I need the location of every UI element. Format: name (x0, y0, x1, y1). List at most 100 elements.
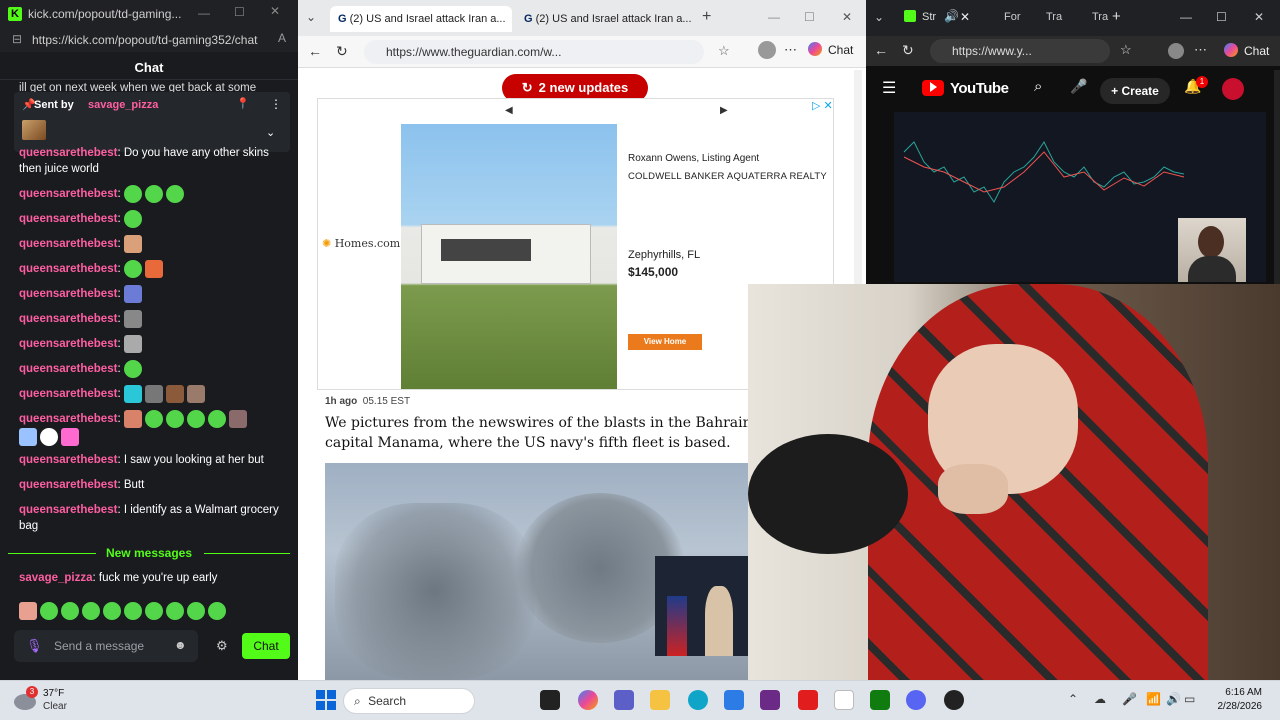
store-icon[interactable] (724, 690, 744, 710)
tab-label[interactable]: Str (922, 11, 936, 23)
address-bar[interactable]: https://www.theguardian.com/w... (364, 40, 704, 64)
chat-username[interactable]: savage_pizza (19, 572, 93, 584)
refresh-icon[interactable]: ↻ (336, 43, 348, 60)
tab-label[interactable]: For (1004, 11, 1021, 23)
more-options-icon[interactable]: ⋮ (270, 97, 282, 111)
tab-label[interactable]: Tra (1092, 11, 1108, 23)
close-icon[interactable]: ✕ (842, 10, 852, 24)
more-options-icon[interactable]: ⋯ (1194, 42, 1207, 58)
tab-list-chevron-icon[interactable]: ⌄ (874, 10, 884, 24)
address-bar[interactable]: https://www.y... (930, 39, 1110, 63)
speaker-icon[interactable]: 🔊 (944, 9, 959, 23)
emote-icon[interactable] (124, 602, 142, 620)
copilot-chat-label[interactable]: Chat (828, 43, 853, 57)
carousel-next-icon[interactable]: ▶ (720, 105, 728, 116)
house-photo[interactable] (401, 124, 617, 389)
volume-icon[interactable]: 🔊 (1166, 692, 1181, 706)
chat-username[interactable]: queensarethebest (19, 313, 117, 325)
settings-gear-icon[interactable]: ⚙ (216, 638, 228, 654)
close-icon[interactable]: ✕ (270, 4, 280, 18)
maximize-icon[interactable]: ☐ (1216, 10, 1227, 24)
account-avatar[interactable] (1222, 78, 1244, 100)
microphone-icon[interactable]: 🎙 (26, 638, 43, 654)
profile-avatar[interactable] (758, 41, 776, 59)
scrollbar[interactable] (1274, 70, 1280, 312)
read-aloud-icon[interactable]: A (278, 31, 286, 45)
kick-address-bar[interactable]: ⊟ https://kick.com/popout/td-gaming352/c… (0, 28, 298, 52)
chevron-down-icon[interactable]: ⌄ (266, 126, 275, 139)
chat-username[interactable]: queensarethebest (19, 504, 117, 516)
onedrive-icon[interactable]: ☁ (1094, 692, 1106, 706)
tab-guardian-active[interactable]: G (2) US and Israel attack Iran a... (330, 6, 512, 32)
new-tab-plus-icon[interactable]: + (1112, 8, 1121, 25)
pinned-user[interactable]: savage_pizza (88, 99, 158, 111)
chat-username[interactable]: queensarethebest (19, 147, 117, 159)
chat-input-placeholder[interactable]: Send a message (54, 639, 144, 653)
trading-chart-video[interactable] (894, 112, 1266, 282)
minimize-icon[interactable]: — (768, 10, 780, 24)
emote-icon[interactable] (187, 602, 205, 620)
chat-username[interactable]: queensarethebest (19, 479, 117, 491)
battery-icon[interactable]: ▭ (1184, 692, 1195, 706)
chat-username[interactable]: queensarethebest (19, 388, 117, 400)
chat-input[interactable]: 🎙 Send a message ☻ (14, 630, 198, 662)
back-arrow-icon[interactable]: ← (308, 43, 322, 59)
favorites-star-icon[interactable]: ☆ (1120, 42, 1132, 58)
file-explorer-icon[interactable] (650, 690, 670, 710)
chat-username[interactable]: queensarethebest (19, 363, 117, 375)
emote-icon[interactable] (208, 602, 226, 620)
view-home-button[interactable]: View Home (628, 334, 702, 350)
xbox-icon[interactable] (870, 690, 890, 710)
emote-icon[interactable] (82, 602, 100, 620)
chat-username[interactable]: queensarethebest (19, 454, 117, 466)
clock-date[interactable]: 2/28/2026 (1200, 701, 1263, 712)
emote-icon[interactable] (19, 602, 37, 620)
teams-icon[interactable] (614, 690, 634, 710)
send-chat-button[interactable]: Chat (242, 633, 290, 659)
blast-photo[interactable] (325, 463, 749, 680)
start-windows-icon[interactable] (316, 690, 336, 710)
maximize-icon[interactable]: ☐ (804, 10, 815, 24)
emoji-icon[interactable]: ☻ (174, 638, 187, 652)
chat-username[interactable]: queensarethebest (19, 213, 117, 225)
obs-icon[interactable] (944, 690, 964, 710)
minimize-icon[interactable]: — (198, 6, 210, 20)
back-arrow-icon[interactable]: ← (874, 42, 888, 58)
search-icon[interactable]: ⌕ (1034, 78, 1042, 95)
close-icon[interactable]: ✕ (1254, 10, 1264, 24)
tab-guardian-2[interactable]: G (2) US and Israel attack Iran a... (516, 6, 698, 32)
tray-chevron-icon[interactable]: ⌃ (1068, 692, 1078, 706)
discord-icon[interactable] (906, 690, 926, 710)
url-text[interactable]: https://www.theguardian.com/w... (364, 45, 561, 59)
unpin-icon[interactable]: 📍 (236, 97, 250, 110)
emote-icon[interactable] (61, 602, 79, 620)
copilot-taskbar-icon[interactable] (578, 690, 598, 710)
weather-desc[interactable]: Clear (43, 701, 67, 712)
maximize-icon[interactable]: ☐ (234, 5, 245, 19)
tab-list-chevron-icon[interactable]: ⌄ (306, 10, 316, 24)
edge-browser-icon[interactable] (688, 690, 708, 710)
copilot-icon[interactable] (1224, 43, 1238, 57)
site-info-icon[interactable]: ⊟ (12, 32, 22, 46)
tab-close-icon[interactable]: ✕ (960, 10, 970, 24)
microphone-icon[interactable]: 🎤 (1122, 692, 1137, 706)
emote-icon[interactable] (40, 602, 58, 620)
microphone-icon[interactable]: 🎤 (1070, 78, 1087, 95)
new-tab-plus-icon[interactable]: + (702, 8, 711, 26)
tab-label[interactable]: Tra (1046, 11, 1062, 23)
chat-username[interactable]: queensarethebest (19, 338, 117, 350)
favorites-star-icon[interactable]: ☆ (718, 43, 730, 59)
url-text[interactable]: https://www.y... (952, 44, 1032, 58)
chat-username[interactable]: queensarethebest (19, 288, 117, 300)
wifi-icon[interactable]: 📶 (1146, 692, 1161, 706)
inset-video[interactable] (655, 556, 749, 656)
kick-url[interactable]: https://kick.com/popout/td-gaming352/cha… (32, 33, 257, 47)
hamburger-menu-icon[interactable]: ☰ (882, 78, 896, 98)
adchoices-icon[interactable]: ▷ ✕ (812, 99, 833, 112)
amazon-icon[interactable] (834, 690, 854, 710)
clock-time[interactable]: 6:16 AM (1212, 687, 1262, 698)
profile-avatar[interactable] (1168, 43, 1184, 59)
minimize-icon[interactable]: — (1180, 10, 1192, 24)
chat-username[interactable]: queensarethebest (19, 263, 117, 275)
more-options-icon[interactable]: ⋯ (784, 42, 797, 58)
